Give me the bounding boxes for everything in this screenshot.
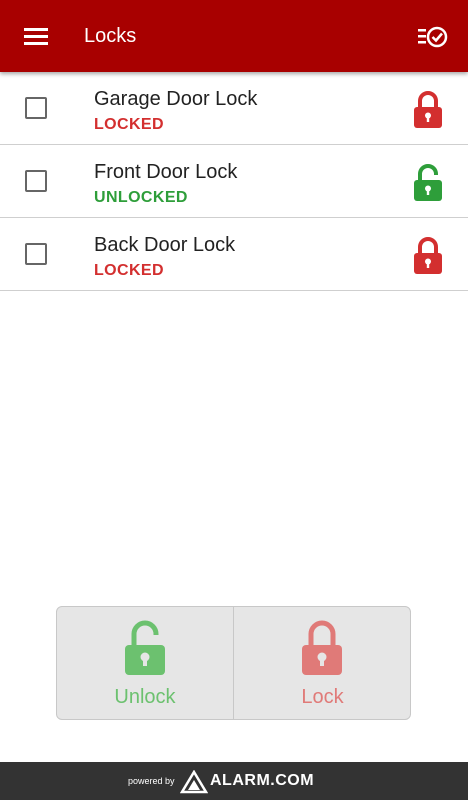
lock-button[interactable]: Lock [234, 607, 410, 719]
lock-action-bar: Unlock Lock [56, 606, 411, 720]
app-bar: Locks [0, 0, 468, 72]
brand-name: ALARM.COM [210, 772, 315, 789]
page-title: Locks [84, 25, 137, 47]
unlock-label: Unlock [114, 686, 176, 708]
powered-by-text: powered by [128, 776, 175, 786]
select-checkbox[interactable] [25, 170, 47, 192]
lock-name: Back Door Lock [94, 234, 236, 256]
lock-list: Garage Door Lock LOCKED Front Door Lock … [0, 72, 468, 291]
menu-button[interactable] [20, 22, 52, 50]
select-checkbox[interactable] [25, 97, 47, 119]
manage-list-check-icon [418, 26, 448, 48]
select-checkbox[interactable] [25, 243, 47, 265]
padlock-unlocked-icon [414, 164, 442, 201]
lock-status: UNLOCKED [94, 189, 188, 206]
hamburger-menu-icon [24, 28, 48, 45]
padlock-locked-icon [302, 620, 342, 675]
lock-label: Lock [301, 686, 344, 708]
padlock-locked-icon [414, 91, 442, 128]
lock-row-front-door[interactable]: Front Door Lock UNLOCKED [0, 145, 468, 218]
lock-name: Front Door Lock [94, 161, 238, 183]
lock-name: Garage Door Lock [94, 88, 258, 110]
manage-button[interactable] [416, 22, 450, 52]
alarm-com-logo-icon [180, 770, 208, 794]
padlock-locked-icon [414, 237, 442, 274]
padlock-unlocked-icon [125, 620, 165, 675]
lock-status: LOCKED [94, 262, 164, 279]
lock-status: LOCKED [94, 116, 164, 133]
unlock-button[interactable]: Unlock [57, 607, 234, 719]
footer-bar: powered by ALARM.COM [0, 762, 468, 800]
lock-row-garage-door[interactable]: Garage Door Lock LOCKED [0, 72, 468, 145]
lock-row-back-door[interactable]: Back Door Lock LOCKED [0, 218, 468, 291]
